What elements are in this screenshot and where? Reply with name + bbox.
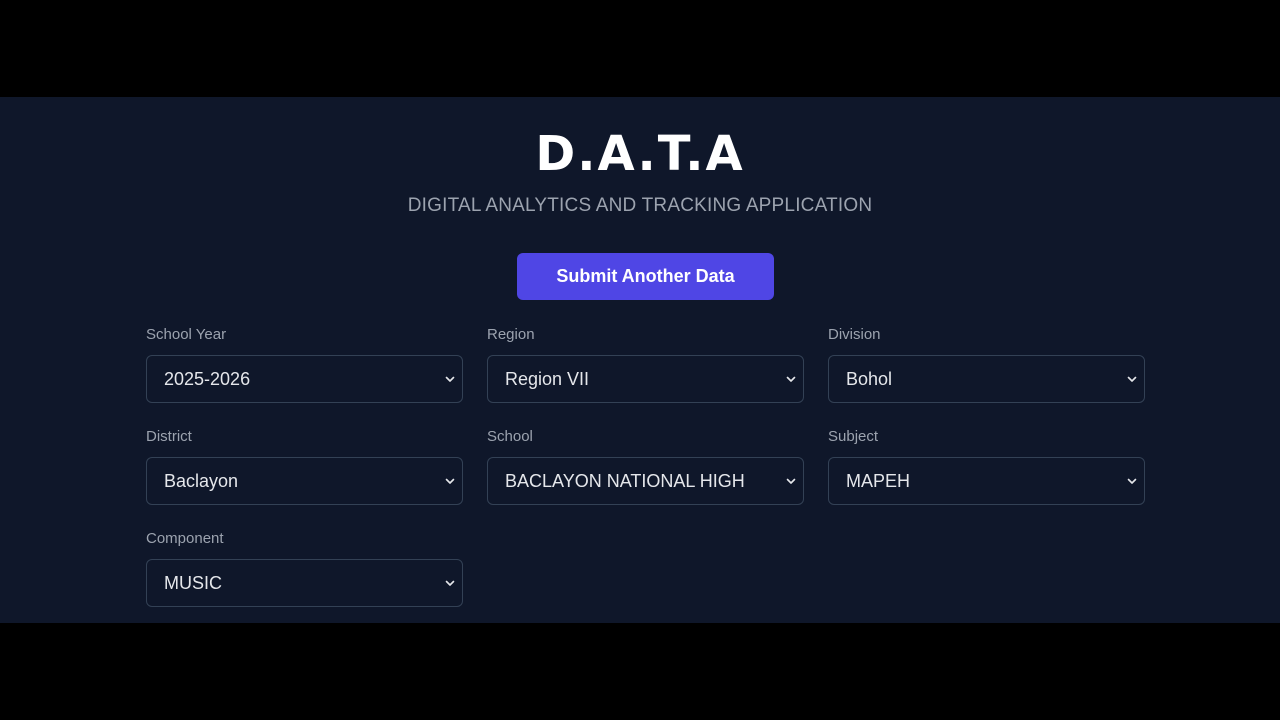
division-field: Division Bohol: [828, 326, 1145, 403]
chevron-down-icon: [786, 376, 796, 382]
school-value: BACLAYON NATIONAL HIGH: [505, 471, 745, 491]
submit-another-data-button[interactable]: Submit Another Data: [517, 253, 774, 300]
subject-label: Subject: [828, 428, 879, 445]
subject-field: Subject MAPEH: [828, 428, 1145, 505]
component-select[interactable]: MUSIC: [146, 559, 463, 607]
district-label: District: [146, 428, 192, 445]
chevron-down-icon: [445, 478, 455, 484]
division-label: Division: [828, 326, 881, 343]
district-field: District Baclayon: [146, 428, 463, 505]
region-label: Region: [487, 326, 535, 343]
app-subtitle: DIGITAL ANALYTICS AND TRACKING APPLICATI…: [407, 195, 873, 216]
subject-value: MAPEH: [846, 471, 911, 491]
subject-select[interactable]: MAPEH: [828, 457, 1145, 505]
school-label: School: [487, 428, 533, 445]
school-year-value: 2025-2026: [164, 369, 251, 389]
app-title: D.A.T.A: [535, 126, 745, 182]
component-value: MUSIC: [164, 573, 222, 593]
chevron-down-icon: [1127, 478, 1137, 484]
component-field: Component MUSIC: [146, 530, 463, 607]
district-value: Baclayon: [164, 471, 239, 491]
district-select[interactable]: Baclayon: [146, 457, 463, 505]
school-year-field: School Year 2025-2026: [146, 326, 463, 403]
chevron-down-icon: [445, 376, 455, 382]
division-select[interactable]: Bohol: [828, 355, 1145, 403]
division-value: Bohol: [846, 369, 893, 389]
component-label: Component: [146, 530, 224, 547]
school-year-select[interactable]: 2025-2026: [146, 355, 463, 403]
chevron-down-icon: [1127, 376, 1137, 382]
region-value: Region VII: [505, 369, 590, 389]
chevron-down-icon: [445, 580, 455, 586]
region-field: Region Region VII: [487, 326, 804, 403]
region-select[interactable]: Region VII: [487, 355, 804, 403]
school-select[interactable]: BACLAYON NATIONAL HIGH: [487, 457, 804, 505]
chevron-down-icon: [786, 478, 796, 484]
school-year-label: School Year: [146, 326, 227, 343]
school-field: School BACLAYON NATIONAL HIGH: [487, 428, 804, 505]
